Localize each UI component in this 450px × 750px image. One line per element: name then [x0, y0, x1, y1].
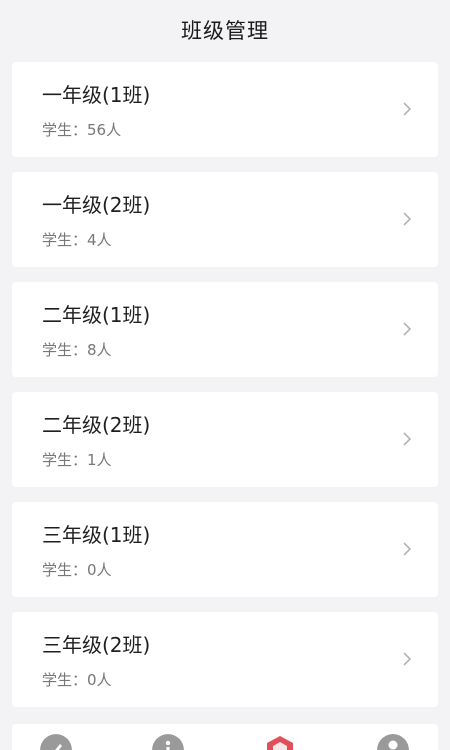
chevron-right-icon: [400, 321, 414, 337]
class-card[interactable]: 一年级(2班) 学生：4人: [12, 172, 438, 267]
chevron-right-icon: [400, 211, 414, 227]
class-name: 一年级(2班): [42, 193, 151, 217]
user-icon[interactable]: [377, 734, 409, 750]
pencil-icon[interactable]: [40, 734, 72, 750]
student-count: 学生：4人: [42, 231, 112, 249]
student-count: 学生：1人: [42, 451, 112, 469]
student-count: 学生：56人: [42, 121, 122, 139]
class-card[interactable]: 三年级(2班) 学生：0人: [12, 612, 438, 707]
class-list: 一年级(1班) 学生：56人 一年级(2班) 学生：4人 二年级(1班) 学生：…: [12, 62, 438, 722]
student-count: 学生：0人: [42, 671, 112, 689]
class-card[interactable]: 三年级(1班) 学生：0人: [12, 502, 438, 597]
chevron-right-icon: [400, 651, 414, 667]
chevron-right-icon: [400, 431, 414, 447]
class-name: 一年级(1班): [42, 83, 151, 107]
class-card[interactable]: 一年级(1班) 学生：56人: [12, 62, 438, 157]
class-name: 二年级(1班): [42, 303, 151, 327]
header: 班级管理: [0, 0, 450, 62]
class-card[interactable]: 二年级(1班) 学生：8人: [12, 282, 438, 377]
class-name: 三年级(1班): [42, 523, 151, 547]
info-icon[interactable]: [152, 734, 184, 750]
chevron-right-icon: [400, 541, 414, 557]
class-name: 三年级(2班): [42, 633, 151, 657]
class-card[interactable]: 二年级(2班) 学生：1人: [12, 392, 438, 487]
app-screen: 班级管理 一年级(1班) 学生：56人 一年级(2班) 学生：4人 二年级(1班…: [0, 0, 450, 750]
bottom-tab-bar: [0, 726, 450, 750]
student-count: 学生：8人: [42, 341, 112, 359]
class-name: 二年级(2班): [42, 413, 151, 437]
chevron-right-icon: [400, 101, 414, 117]
page-title: 班级管理: [181, 19, 269, 43]
student-count: 学生：0人: [42, 561, 112, 579]
class-icon[interactable]: [264, 734, 296, 750]
